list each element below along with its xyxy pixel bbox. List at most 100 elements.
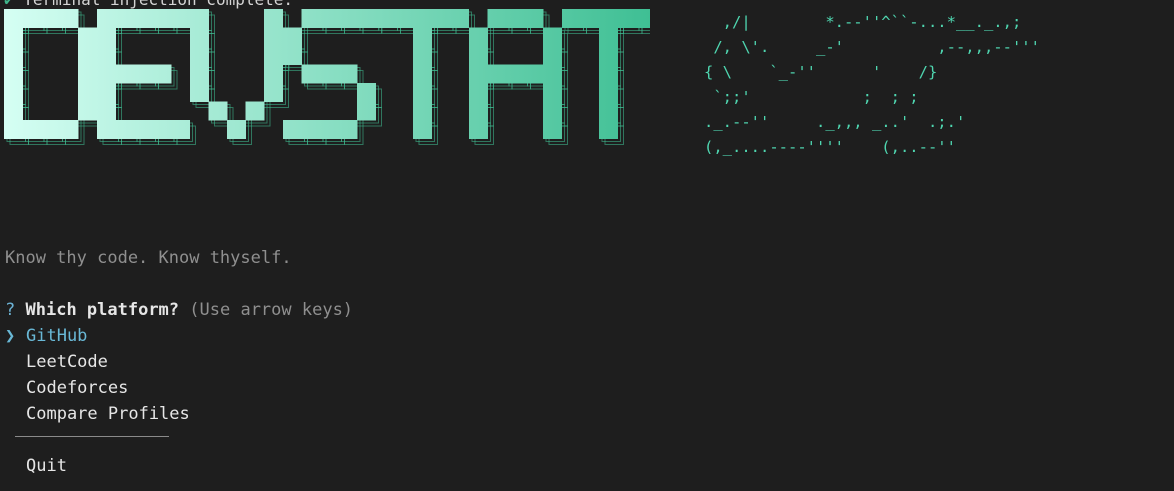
- logo-block: [245, 101, 265, 121]
- logo-block: [469, 64, 488, 84]
- pointer-icon: ❯: [5, 326, 16, 346]
- logo-block: [357, 101, 376, 121]
- logo-block: [543, 27, 562, 47]
- tagline: Know thy code. Know thyself.: [5, 248, 292, 268]
- logo-block: [320, 64, 339, 84]
- menu-item-label: Quit: [26, 456, 67, 476]
- logo-block: [543, 101, 562, 121]
- logo-block: [599, 120, 618, 139]
- logo-block: [357, 83, 376, 102]
- logo-block: [413, 120, 432, 139]
- menu-item-github[interactable]: ❯ GitHub: [5, 323, 190, 349]
- logo-block: [264, 83, 283, 102]
- logo-block: [320, 120, 339, 139]
- logo-block: [543, 64, 562, 84]
- logo-block: [506, 9, 525, 28]
- logo-block: [524, 64, 544, 84]
- logo-block: [599, 9, 618, 28]
- logo-block: [22, 9, 42, 28]
- menu-item-quit[interactable]: Quit: [5, 454, 67, 478]
- logo-block: [115, 9, 135, 28]
- devstat-logo: [0, 6, 650, 156]
- logo-block: [78, 46, 97, 65]
- logo-block: [97, 9, 116, 28]
- logo-block: [78, 83, 97, 102]
- logo-block: [190, 46, 209, 65]
- logo-block: [599, 64, 618, 84]
- logo-block: [59, 120, 79, 139]
- logo-block: [543, 120, 562, 139]
- logo-block: [4, 9, 23, 28]
- logo-block: [4, 46, 23, 65]
- logo-block: [134, 9, 153, 28]
- logo-block: [338, 9, 358, 28]
- devstat-logo-graphic: [4, 9, 650, 145]
- menu-item-codeforces[interactable]: Codeforces: [5, 375, 190, 401]
- ascii-art-creature: ,/| *.--''^``-...*__._.,; /, \'. _-' ,--…: [704, 13, 1040, 156]
- logo-block: [190, 83, 209, 102]
- logo-block: [301, 120, 321, 139]
- logo-block: [78, 101, 97, 121]
- menu-item-label: LeetCode: [26, 352, 108, 372]
- logo-block: [357, 9, 376, 28]
- menu-item-leetcode[interactable]: LeetCode: [5, 349, 190, 375]
- logo-block: [413, 64, 432, 84]
- logo-block: [97, 101, 116, 121]
- logo-block: [264, 27, 283, 47]
- logo-block: [227, 120, 246, 139]
- logo-block: [524, 9, 544, 28]
- logo-block: [394, 9, 414, 28]
- logo-block: [320, 9, 339, 28]
- logo-block: [301, 64, 321, 84]
- menu-item-label: Compare Profiles: [26, 404, 190, 424]
- logo-block: [450, 9, 469, 28]
- logo-block: [413, 46, 432, 65]
- logo-block: [264, 64, 283, 84]
- logo-block: [22, 120, 42, 139]
- logo-block: [413, 83, 432, 102]
- logo-block: [4, 101, 23, 121]
- logo-block: [78, 64, 97, 84]
- logo-block: [543, 46, 562, 65]
- logo-block: [469, 46, 488, 65]
- logo-block: [283, 27, 302, 47]
- logo-block: [413, 27, 432, 47]
- logo-block: [264, 46, 283, 65]
- platform-prompt: ? Which platform? (Use arrow keys): [5, 298, 353, 322]
- logo-block: [115, 120, 135, 139]
- logo-block: [97, 46, 116, 65]
- logo-block: [376, 9, 395, 28]
- question-mark-icon: ?: [5, 300, 16, 320]
- logo-block: [152, 64, 172, 84]
- logo-block: [97, 27, 116, 47]
- logo-block: [469, 83, 488, 102]
- logo-block: [506, 64, 525, 84]
- logo-block: [283, 46, 302, 65]
- logo-block: [171, 9, 190, 28]
- logo-block: [134, 64, 153, 84]
- logo-block: [283, 120, 302, 139]
- logo-block: [599, 46, 618, 65]
- logo-block: [4, 27, 23, 47]
- logo-block: [4, 64, 23, 84]
- logo-block: [190, 64, 209, 84]
- logo-block: [4, 83, 23, 102]
- logo-block: [97, 64, 116, 84]
- logo-block: [59, 9, 79, 28]
- logo-block: [617, 9, 637, 28]
- logo-block: [599, 101, 618, 121]
- logo-block: [4, 120, 23, 139]
- logo-block: [190, 9, 209, 28]
- logo-block: [543, 83, 562, 102]
- logo-block: [208, 101, 228, 121]
- menu-item-compare-profiles[interactable]: Compare Profiles: [5, 401, 190, 427]
- logo-block: [469, 101, 488, 121]
- menu-item-label: Codeforces: [26, 378, 129, 398]
- logo-block: [152, 9, 172, 28]
- logo-block: [469, 120, 488, 139]
- logo-block: [171, 120, 190, 139]
- logo-block: [487, 64, 507, 84]
- logo-block: [413, 9, 432, 28]
- logo-block: [41, 120, 60, 139]
- logo-block: [41, 9, 60, 28]
